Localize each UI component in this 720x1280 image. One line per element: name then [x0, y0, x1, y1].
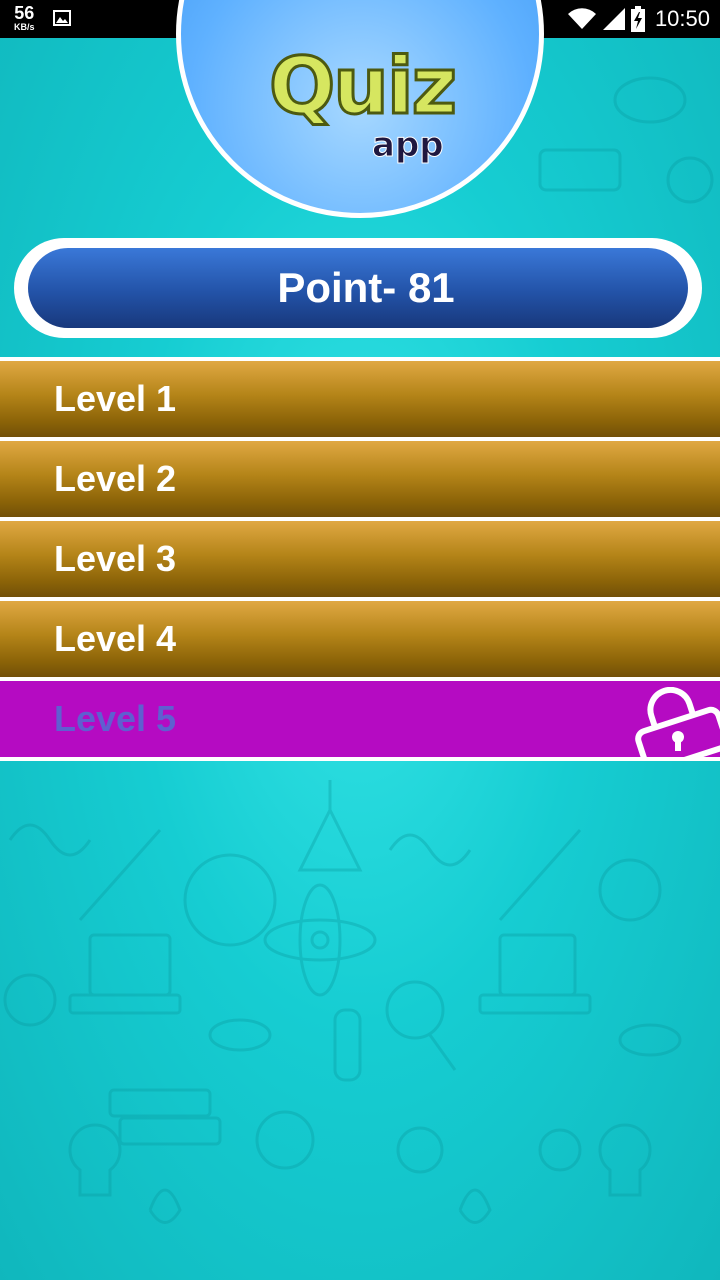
points-banner: Point- 81	[14, 238, 702, 338]
level-label: Level 3	[54, 538, 177, 579]
network-speed-value: 56	[14, 3, 35, 23]
level-label: Level 2	[54, 458, 177, 499]
level-5-button[interactable]: Level 5	[0, 677, 720, 757]
battery-charging-icon	[630, 6, 645, 32]
level-list-bottom-divider	[0, 757, 720, 761]
lock-icon	[635, 687, 720, 757]
level-4-button[interactable]: Level 4	[0, 597, 720, 677]
level-label: Level 4	[54, 618, 177, 659]
clock-time: 10:50	[654, 6, 710, 31]
level-1-button[interactable]: Level 1	[0, 357, 720, 437]
level-list: Level 1 Level 2 Level 3 Level 4 Level 5	[0, 357, 720, 761]
level-label: Level 5	[54, 698, 177, 739]
level-2-button[interactable]: Level 2	[0, 437, 720, 517]
network-speed-unit: KB/s	[14, 22, 35, 32]
level-3-button[interactable]: Level 3	[0, 517, 720, 597]
signal-icon	[602, 8, 625, 30]
image-icon	[53, 10, 71, 26]
points-label: Point- 81	[277, 264, 455, 311]
level-label: Level 1	[54, 378, 177, 419]
wifi-icon	[567, 8, 596, 29]
network-speed: 56 KB/s	[14, 4, 35, 32]
points-pill: Point- 81	[28, 248, 688, 328]
logo-word-quiz: Quiz	[268, 42, 459, 132]
logo-word-app: app	[372, 125, 445, 166]
